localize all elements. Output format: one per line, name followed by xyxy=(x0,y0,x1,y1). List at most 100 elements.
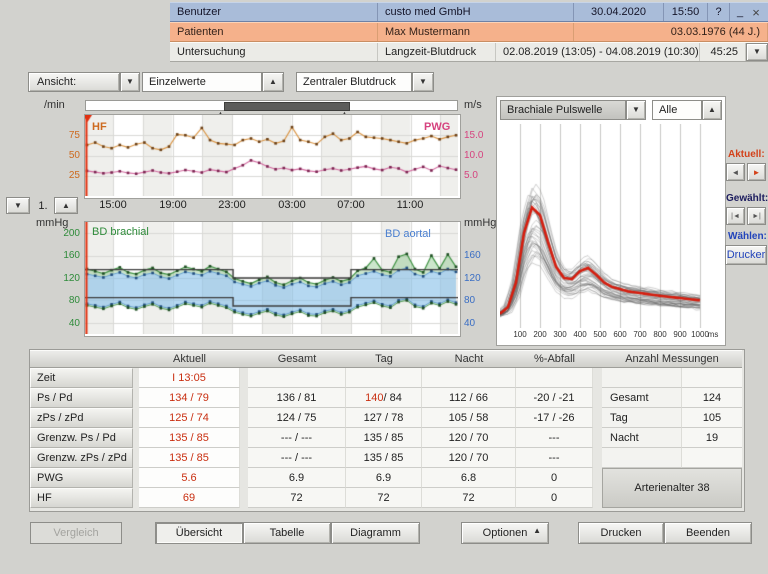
trend-right-unit: m/s xyxy=(464,99,482,111)
bp-right-unit: mmHg xyxy=(464,217,496,229)
chevron-down-icon: ▼ xyxy=(419,78,427,86)
bp-tick: 200 xyxy=(42,228,80,239)
drucken-button[interactable]: Drucken xyxy=(578,522,664,544)
bp-tick: 160 xyxy=(42,250,80,261)
cell: 6.8 xyxy=(422,468,516,488)
pulse-unit: ms xyxy=(703,330,723,339)
app-window: Benutzer custo med GmbH 30.04.2020 15:50… xyxy=(0,0,768,574)
chevron-down-icon: ▼ xyxy=(753,48,761,56)
exam-type: Langzeit-Blutdruck xyxy=(378,43,496,61)
view-mode-up-button[interactable]: ▲ xyxy=(262,72,284,92)
bp-tick: 40 xyxy=(42,318,80,329)
vergleich-button[interactable]: Vergleich xyxy=(30,522,122,544)
anzahl-label: Tag xyxy=(602,408,682,428)
tab-diagramm[interactable]: Diagramm xyxy=(331,522,420,544)
bp-tick: 40 xyxy=(464,318,475,329)
trend-tick: 25 xyxy=(42,170,80,181)
anzahl-row: Gesamt 124 xyxy=(602,388,742,408)
cell: 105 / 58 xyxy=(422,408,516,428)
patient-birthdate: 03.03.1976 (44 J.) xyxy=(574,23,768,41)
cell-rest: / 84 xyxy=(384,392,402,404)
cell: 135 / 85 xyxy=(139,428,240,448)
anzahl-value: 105 xyxy=(682,408,742,428)
brachial-series-label: BD brachial xyxy=(92,226,149,238)
col-gesamt: Gesamt xyxy=(248,350,346,368)
pulse-source-dropdown-button[interactable]: ▼ xyxy=(626,100,646,120)
tab-uebersicht[interactable]: Übersicht xyxy=(155,522,243,544)
page-next-button[interactable]: ▲ xyxy=(54,197,78,214)
view-type-value: Zentraler Blutdruck xyxy=(296,72,412,92)
anzahl-value: 124 xyxy=(682,388,742,408)
pulse-filter-value: Alle xyxy=(652,100,702,120)
optionen-button[interactable]: Optionen ▲ xyxy=(461,522,549,544)
beenden-button[interactable]: Beenden xyxy=(664,522,752,544)
optionen-label: Optionen xyxy=(483,527,528,539)
aortal-series-label: BD aortal xyxy=(385,228,431,240)
drucker-button[interactable]: Drucker xyxy=(725,245,767,265)
ansicht-label: Ansicht: xyxy=(28,72,120,92)
view-type-combo[interactable]: Zentraler Blutdruck ▼ xyxy=(296,72,434,92)
cell-highlight: 140 xyxy=(365,392,383,404)
selected-next-button[interactable]: ►| xyxy=(747,207,766,225)
ansicht-dropdown-button[interactable]: ▼ xyxy=(120,72,140,92)
view-type-dropdown-button[interactable]: ▼ xyxy=(412,72,434,92)
trend-tick: 50 xyxy=(42,150,80,161)
cell: 69 xyxy=(139,488,240,508)
time-label: 07:00 xyxy=(331,199,371,211)
chevron-down-icon: ▼ xyxy=(126,78,134,86)
row-label: PWG xyxy=(30,468,133,488)
cell xyxy=(248,368,346,388)
bp-tick: 120 xyxy=(42,273,80,284)
current-prev-button[interactable]: ◄ xyxy=(726,163,745,181)
exam-duration: 45:25 xyxy=(700,43,746,61)
row-label: Zeit xyxy=(30,368,133,388)
current-date: 30.04.2020 xyxy=(574,3,664,21)
chevron-up-icon: ▲ xyxy=(533,527,541,535)
cell: -17 / -26 xyxy=(516,408,593,428)
current-time: 15:50 xyxy=(664,3,708,21)
cell: 5.6 xyxy=(139,468,240,488)
cell: 6.9 xyxy=(248,468,346,488)
trend-left-unit: /min xyxy=(44,99,65,111)
hf-series-label: HF xyxy=(92,121,107,133)
pulse-filter-up-button[interactable]: ▲ xyxy=(702,100,722,120)
cell xyxy=(346,368,422,388)
cell: --- / --- xyxy=(248,448,346,468)
cell: 134 / 79 xyxy=(139,388,240,408)
page-indicator: 1. xyxy=(34,200,52,212)
chevron-up-icon: ▲ xyxy=(269,78,277,86)
tab-tabelle[interactable]: Tabelle xyxy=(243,522,331,544)
selected-prev-button[interactable]: |◄ xyxy=(726,207,745,225)
view-mode-combo[interactable]: Einzelwerte ▲ xyxy=(142,72,284,92)
exam-dropdown-button[interactable]: ▼ xyxy=(746,43,768,61)
cell: 125 / 74 xyxy=(139,408,240,428)
current-next-button[interactable]: ► xyxy=(747,163,766,181)
exam-row: Untersuchung Langzeit-Blutdruck 02.08.20… xyxy=(170,42,768,62)
bp-tick: 120 xyxy=(464,273,481,284)
close-icon[interactable]: × xyxy=(746,3,766,21)
row-label: Grenzw. Ps / Pd xyxy=(30,428,133,448)
help-icon[interactable]: ? xyxy=(708,3,730,21)
ansicht-combo[interactable]: Ansicht: ▼ xyxy=(28,72,140,92)
cell xyxy=(422,368,516,388)
col-abfall: %-Abfall xyxy=(516,350,593,368)
cell: 0 xyxy=(516,488,593,508)
trend-scrollbar[interactable] xyxy=(85,100,458,111)
trend-scrollbar-thumb[interactable] xyxy=(224,102,350,111)
trend-chart-canvas xyxy=(85,115,458,196)
waehlen-label: Wählen: xyxy=(728,231,767,242)
table-header-row: Aktuell Gesamt Tag Nacht %-Abfall Anzahl… xyxy=(30,350,742,368)
bp-tick: 80 xyxy=(42,295,80,306)
patient-row: Patienten Max Mustermann 03.03.1976 (44 … xyxy=(170,22,768,42)
row-label: Ps / Pd xyxy=(30,388,133,408)
pulse-source-value: Brachiale Pulswelle xyxy=(500,100,626,120)
page-prev-button[interactable]: ▼ xyxy=(6,197,30,214)
cell: 135 / 85 xyxy=(139,448,240,468)
chevron-down-icon: ▼ xyxy=(14,202,22,210)
time-label: 19:00 xyxy=(153,199,193,211)
pulse-source-combo[interactable]: Brachiale Pulswelle ▼ xyxy=(500,100,646,120)
cell: --- xyxy=(516,428,593,448)
aktuell-label: Aktuell: xyxy=(728,149,765,160)
col-tag: Tag xyxy=(346,350,422,368)
pulse-filter-combo[interactable]: Alle ▲ xyxy=(652,100,722,120)
